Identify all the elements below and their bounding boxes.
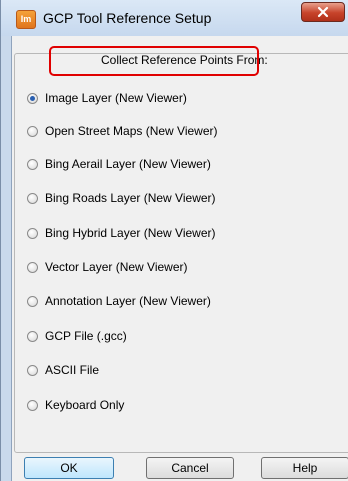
title-bar[interactable]: Im GCP Tool Reference Setup — [1, 0, 348, 36]
highlight-box — [49, 46, 259, 76]
option-bing-roads-layer[interactable]: Bing Roads Layer (New Viewer) — [26, 190, 346, 210]
option-keyboard-only[interactable]: Keyboard Only — [26, 397, 346, 417]
radio-button[interactable] — [27, 193, 38, 204]
option-label: Image Layer (New Viewer) — [45, 91, 187, 105]
cancel-button[interactable]: Cancel — [146, 457, 234, 479]
option-bing-hybrid-layer[interactable]: Bing Hybrid Layer (New Viewer) — [26, 225, 346, 245]
option-label: Keyboard Only — [45, 398, 125, 412]
radio-button[interactable] — [27, 365, 38, 376]
dialog-window: Im GCP Tool Reference Setup Collect Refe… — [0, 0, 348, 481]
option-label: Bing Aerail Layer (New Viewer) — [45, 157, 211, 171]
option-label: Bing Roads Layer (New Viewer) — [45, 191, 216, 205]
option-open-street-maps[interactable]: Open Street Maps (New Viewer) — [26, 123, 346, 143]
option-annotation-layer[interactable]: Annotation Layer (New Viewer) — [26, 293, 346, 313]
window-title: GCP Tool Reference Setup — [43, 10, 212, 26]
radio-button[interactable] — [27, 296, 38, 307]
radio-button[interactable] — [27, 159, 38, 170]
option-vector-layer[interactable]: Vector Layer (New Viewer) — [26, 259, 346, 279]
close-button[interactable] — [301, 2, 345, 22]
option-label: ASCII File — [45, 363, 100, 377]
app-icon: Im — [16, 10, 36, 29]
option-label: Bing Hybrid Layer (New Viewer) — [45, 226, 216, 240]
close-icon — [317, 6, 329, 18]
option-label: Annotation Layer (New Viewer) — [45, 294, 211, 308]
radio-button[interactable] — [27, 228, 38, 239]
option-gcp-file[interactable]: GCP File (.gcc) — [26, 328, 346, 348]
radio-button[interactable] — [27, 93, 38, 104]
option-ascii-file[interactable]: ASCII File — [26, 362, 346, 382]
radio-button[interactable] — [27, 126, 38, 137]
help-button[interactable]: Help — [261, 457, 348, 479]
option-label: Open Street Maps (New Viewer) — [45, 124, 218, 138]
radio-button[interactable] — [27, 400, 38, 411]
option-label: Vector Layer (New Viewer) — [45, 260, 188, 274]
option-bing-aerial-layer[interactable]: Bing Aerail Layer (New Viewer) — [26, 156, 346, 176]
radio-button[interactable] — [27, 331, 38, 342]
option-image-layer[interactable]: Image Layer (New Viewer) — [26, 90, 346, 110]
reference-source-group — [14, 53, 348, 453]
radio-button[interactable] — [27, 262, 38, 273]
option-label: GCP File (.gcc) — [45, 329, 127, 343]
dialog-body: Collect Reference Points From: Image Lay… — [11, 36, 348, 481]
ok-button[interactable]: OK — [24, 457, 114, 479]
